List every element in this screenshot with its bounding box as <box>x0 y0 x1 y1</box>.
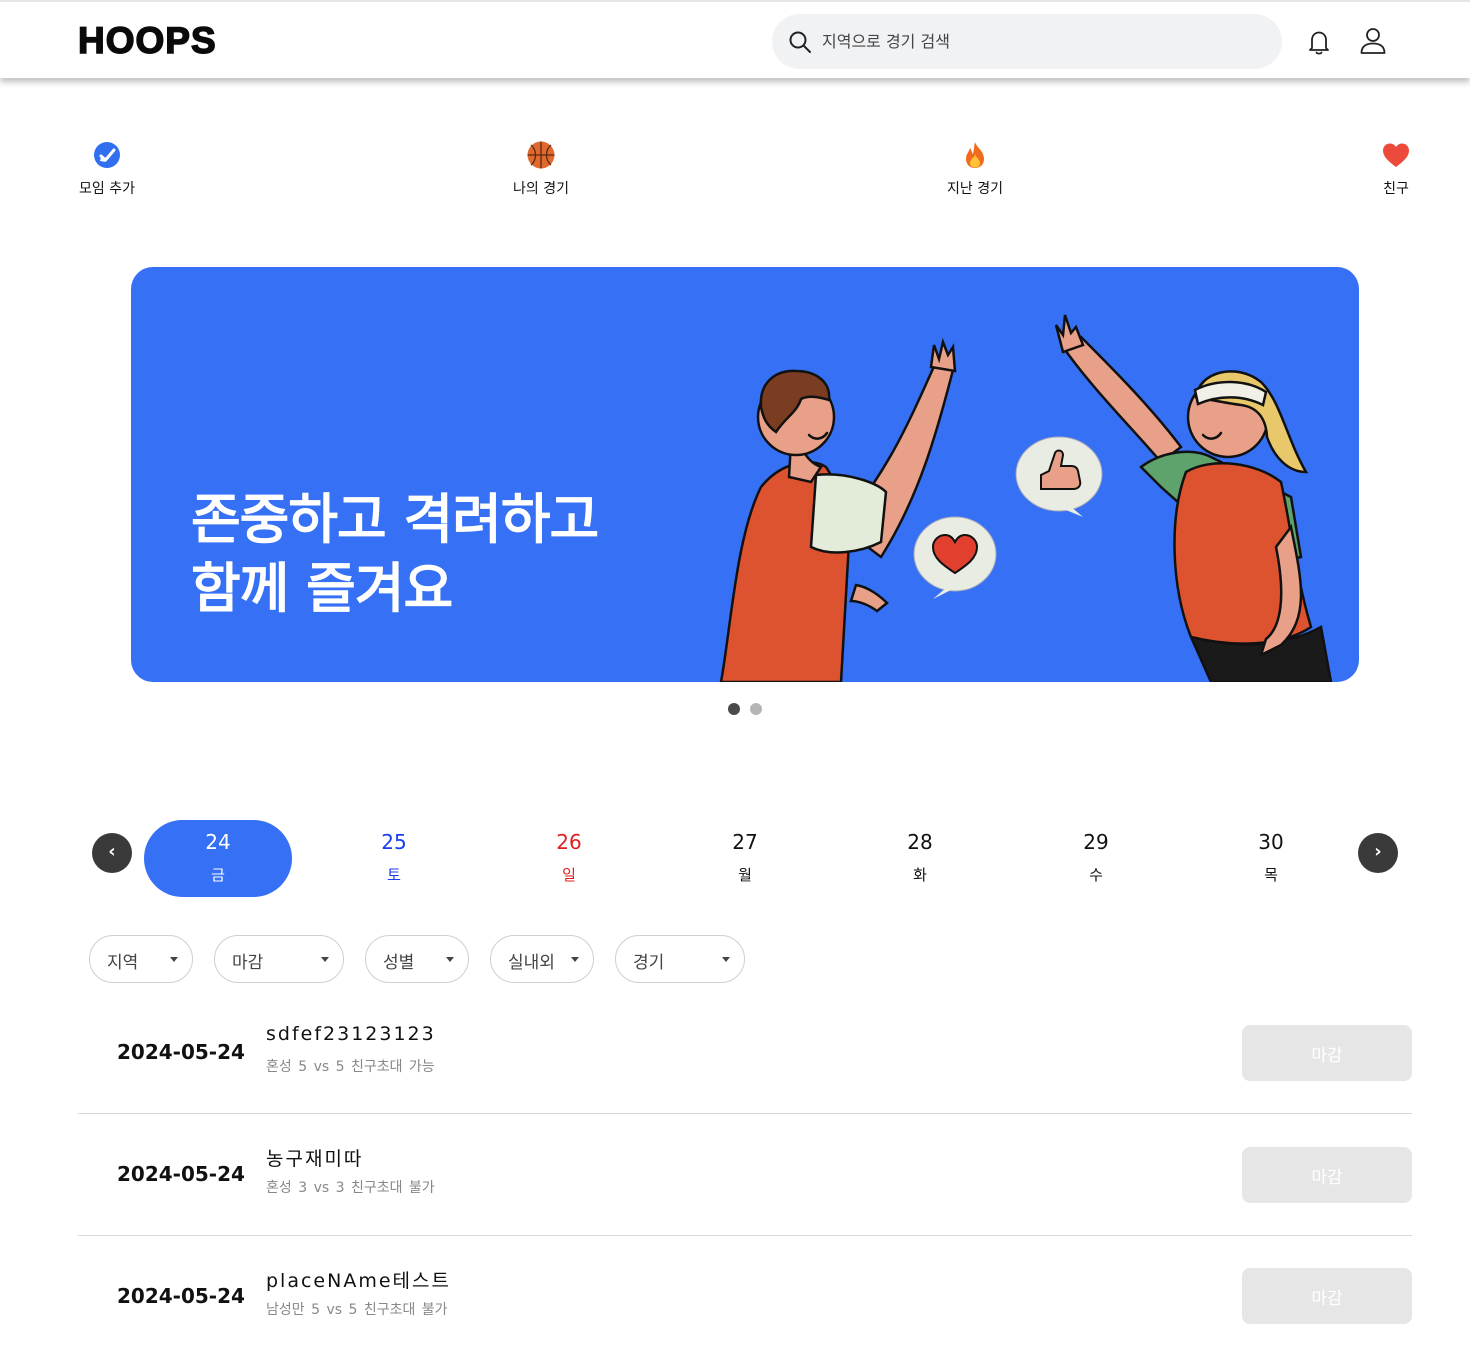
carousel-dot[interactable] <box>750 703 763 715</box>
date-number: 30 <box>1258 830 1284 854</box>
date-weekday: 월 <box>738 866 752 884</box>
filter-label: 마감 <box>232 953 264 973</box>
date-number: 29 <box>1083 830 1109 854</box>
quick-menu-label: 친구 <box>1383 181 1409 197</box>
date-number: 28 <box>907 830 933 854</box>
game-list-item[interactable]: 2024-05-24 placeNAme테스트 남성만 5 vs 5 친구초대 … <box>78 1236 1412 1358</box>
hoops-logo[interactable]: HOOPS <box>77 19 217 62</box>
caret-down-icon <box>446 957 454 962</box>
banner-line-2: 함께 즐겨요 <box>191 557 453 620</box>
fire-icon <box>966 142 984 168</box>
game-list-item[interactable]: 2024-05-24 sdfef23123123 혼성 5 vs 5 친구초대 … <box>78 992 1412 1114</box>
quick-menu-friends[interactable]: 친구 <box>1336 140 1456 198</box>
game-date: 2024-05-24 <box>117 1284 245 1308</box>
quick-menu-my-games[interactable]: 나의 경기 <box>481 140 601 198</box>
quick-menu-label: 나의 경기 <box>513 181 569 197</box>
date-item-26[interactable]: 26 일 <box>495 820 643 897</box>
filter-game-dropdown[interactable]: 경기 <box>615 935 745 983</box>
date-weekday: 화 <box>913 866 927 884</box>
prev-week-button[interactable]: ‹ <box>92 833 132 873</box>
game-meta: 혼성 5 vs 5 친구초대 가능 <box>266 1059 435 1075</box>
date-number: 24 <box>205 830 231 854</box>
filter-indoor-outdoor-dropdown[interactable]: 실내외 <box>490 935 594 983</box>
top-header: HOOPS <box>0 0 1470 78</box>
date-number: 27 <box>732 830 758 854</box>
bell-icon[interactable] <box>1305 28 1333 56</box>
quick-menu-label: 지난 경기 <box>947 181 1003 197</box>
quick-menu-past-games[interactable]: 지난 경기 <box>915 140 1035 198</box>
banner-line-1: 존중하고 격려하고 <box>191 488 599 551</box>
quick-menu-label: 모임 추가 <box>79 181 135 197</box>
quick-menu-add-meeting[interactable]: 모임 추가 <box>47 140 167 198</box>
banner-headline: 존중하고 격려하고 함께 즐겨요 <box>191 485 599 623</box>
filter-region-dropdown[interactable]: 지역 <box>89 935 193 983</box>
date-weekday: 일 <box>562 866 576 884</box>
filter-label: 실내외 <box>508 953 555 973</box>
game-title: placeNAme테스트 <box>266 1270 451 1292</box>
filter-label: 경기 <box>633 953 665 973</box>
date-item-29[interactable]: 29 수 <box>1022 820 1170 897</box>
add-meeting-icon <box>94 142 120 168</box>
caret-down-icon <box>321 957 329 962</box>
game-title: 농구재미따 <box>266 1148 364 1170</box>
closed-button[interactable]: 마감 <box>1242 1147 1412 1203</box>
closed-button[interactable]: 마감 <box>1242 1268 1412 1324</box>
closed-button[interactable]: 마감 <box>1242 1025 1412 1081</box>
date-weekday: 수 <box>1089 866 1103 884</box>
carousel-dot-active[interactable] <box>728 703 740 715</box>
caret-down-icon <box>170 957 178 962</box>
date-weekday: 토 <box>387 866 401 884</box>
caret-down-icon <box>722 957 730 962</box>
date-weekday: 금 <box>211 866 225 884</box>
game-meta: 혼성 3 vs 3 친구초대 불가 <box>266 1180 435 1196</box>
date-number: 26 <box>556 830 582 854</box>
game-title: sdfef23123123 <box>266 1023 436 1045</box>
date-item-27[interactable]: 27 월 <box>671 820 819 897</box>
promo-banner[interactable]: 존중하고 격려하고 함께 즐겨요 <box>131 267 1359 682</box>
next-week-button[interactable]: › <box>1358 833 1398 873</box>
date-weekday: 목 <box>1264 866 1278 884</box>
date-item-28[interactable]: 28 화 <box>846 820 994 897</box>
date-item-30[interactable]: 30 목 <box>1197 820 1345 897</box>
game-meta: 남성만 5 vs 5 친구초대 불가 <box>266 1302 448 1318</box>
date-item-25[interactable]: 25 토 <box>320 820 468 897</box>
search-input[interactable] <box>822 24 1252 58</box>
basketball-icon <box>527 141 555 169</box>
date-item-24[interactable]: 24 금 <box>144 820 292 897</box>
search-icon <box>789 31 811 53</box>
heart-icon <box>1383 143 1409 167</box>
caret-down-icon <box>571 957 579 962</box>
search-bar[interactable] <box>772 14 1282 69</box>
carousel-indicator <box>728 700 767 719</box>
game-list-item[interactable]: 2024-05-24 농구재미따 혼성 3 vs 3 친구초대 불가 마감 <box>78 1114 1412 1236</box>
filter-gender-dropdown[interactable]: 성별 <box>365 935 469 983</box>
game-date: 2024-05-24 <box>117 1162 245 1186</box>
filter-deadline-dropdown[interactable]: 마감 <box>214 935 344 983</box>
filter-label: 성별 <box>383 953 415 973</box>
filter-label: 지역 <box>107 953 139 973</box>
date-number: 25 <box>381 830 407 854</box>
user-profile-icon[interactable] <box>1358 26 1388 56</box>
high-five-illustration <box>719 314 1333 682</box>
game-date: 2024-05-24 <box>117 1040 245 1064</box>
